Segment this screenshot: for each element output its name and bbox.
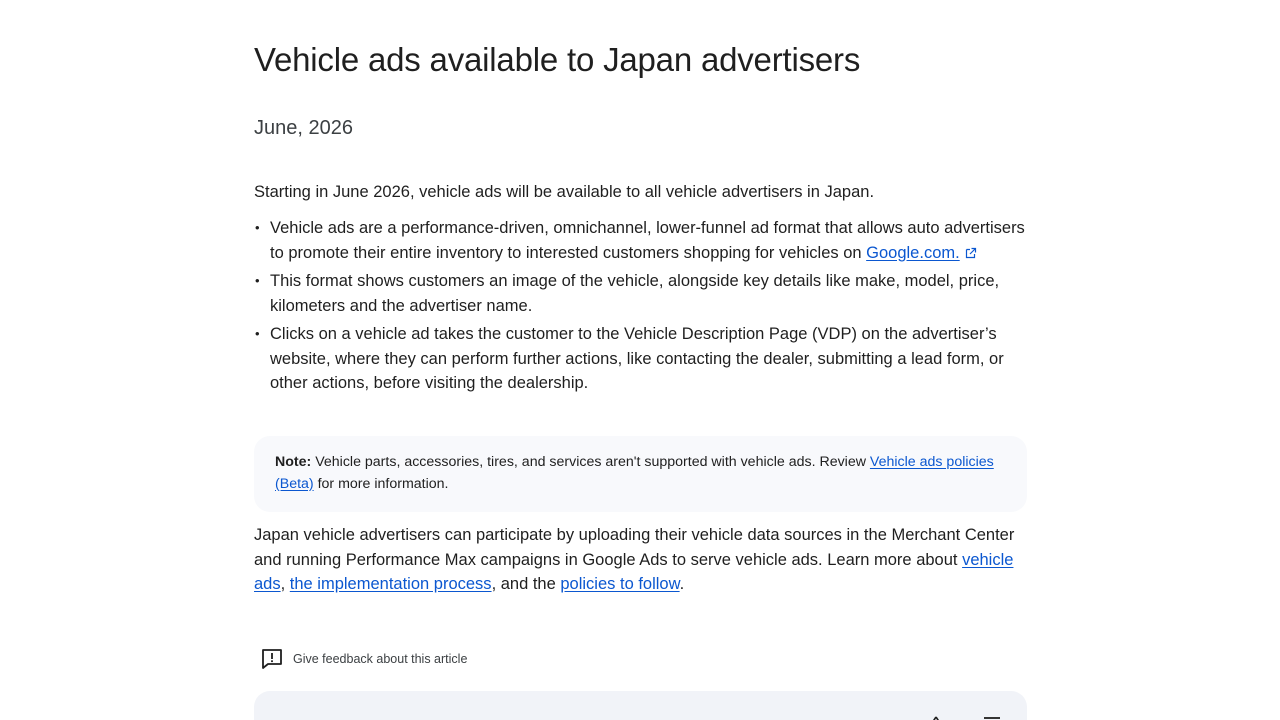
bullet-text: Clicks on a vehicle ad takes the custome… <box>270 325 1004 392</box>
closing-paragraph: Japan vehicle advertisers can participat… <box>254 523 1027 597</box>
policies-to-follow-link[interactable]: policies to follow <box>560 575 679 593</box>
feedback-button[interactable]: Give feedback about this article <box>260 647 467 671</box>
closing-separator: , <box>280 575 290 593</box>
list-item: This format shows customers an image of … <box>255 269 1027 318</box>
feedback-icon <box>262 649 282 669</box>
closing-separator: , and the <box>491 575 561 593</box>
feedback-label: Give feedback about this article <box>293 652 468 666</box>
bullet-list: Vehicle ads are a performance-driven, om… <box>254 216 1027 400</box>
implementation-process-link[interactable]: the implementation process <box>290 575 492 593</box>
bottom-panel <box>254 691 1027 720</box>
note-text: Vehicle parts, accessories, tires, and s… <box>311 454 870 470</box>
thumbs-up-icon[interactable] <box>926 715 946 720</box>
bullet-text: This format shows customers an image of … <box>270 272 1000 315</box>
note-label: Note: <box>275 454 312 470</box>
menu-icon[interactable] <box>982 715 1002 720</box>
note-callout: Note: Vehicle parts, accessories, tires,… <box>254 436 1027 512</box>
external-link-icon[interactable] <box>965 247 977 259</box>
list-item: Clicks on a vehicle ad takes the custome… <box>255 322 1027 396</box>
list-item: Vehicle ads are a performance-driven, om… <box>255 216 1027 265</box>
note-suffix: for more information. <box>313 475 449 492</box>
google-com-link[interactable]: Google.com. <box>866 244 960 262</box>
closing-text: Japan vehicle advertisers can participat… <box>254 526 1015 569</box>
closing-end: . <box>679 575 685 593</box>
page-title: Vehicle ads available to Japan advertise… <box>254 41 861 78</box>
intro-paragraph: Starting in June 2026, vehicle ads will … <box>254 183 875 201</box>
publish-date: June, 2026 <box>254 117 353 139</box>
